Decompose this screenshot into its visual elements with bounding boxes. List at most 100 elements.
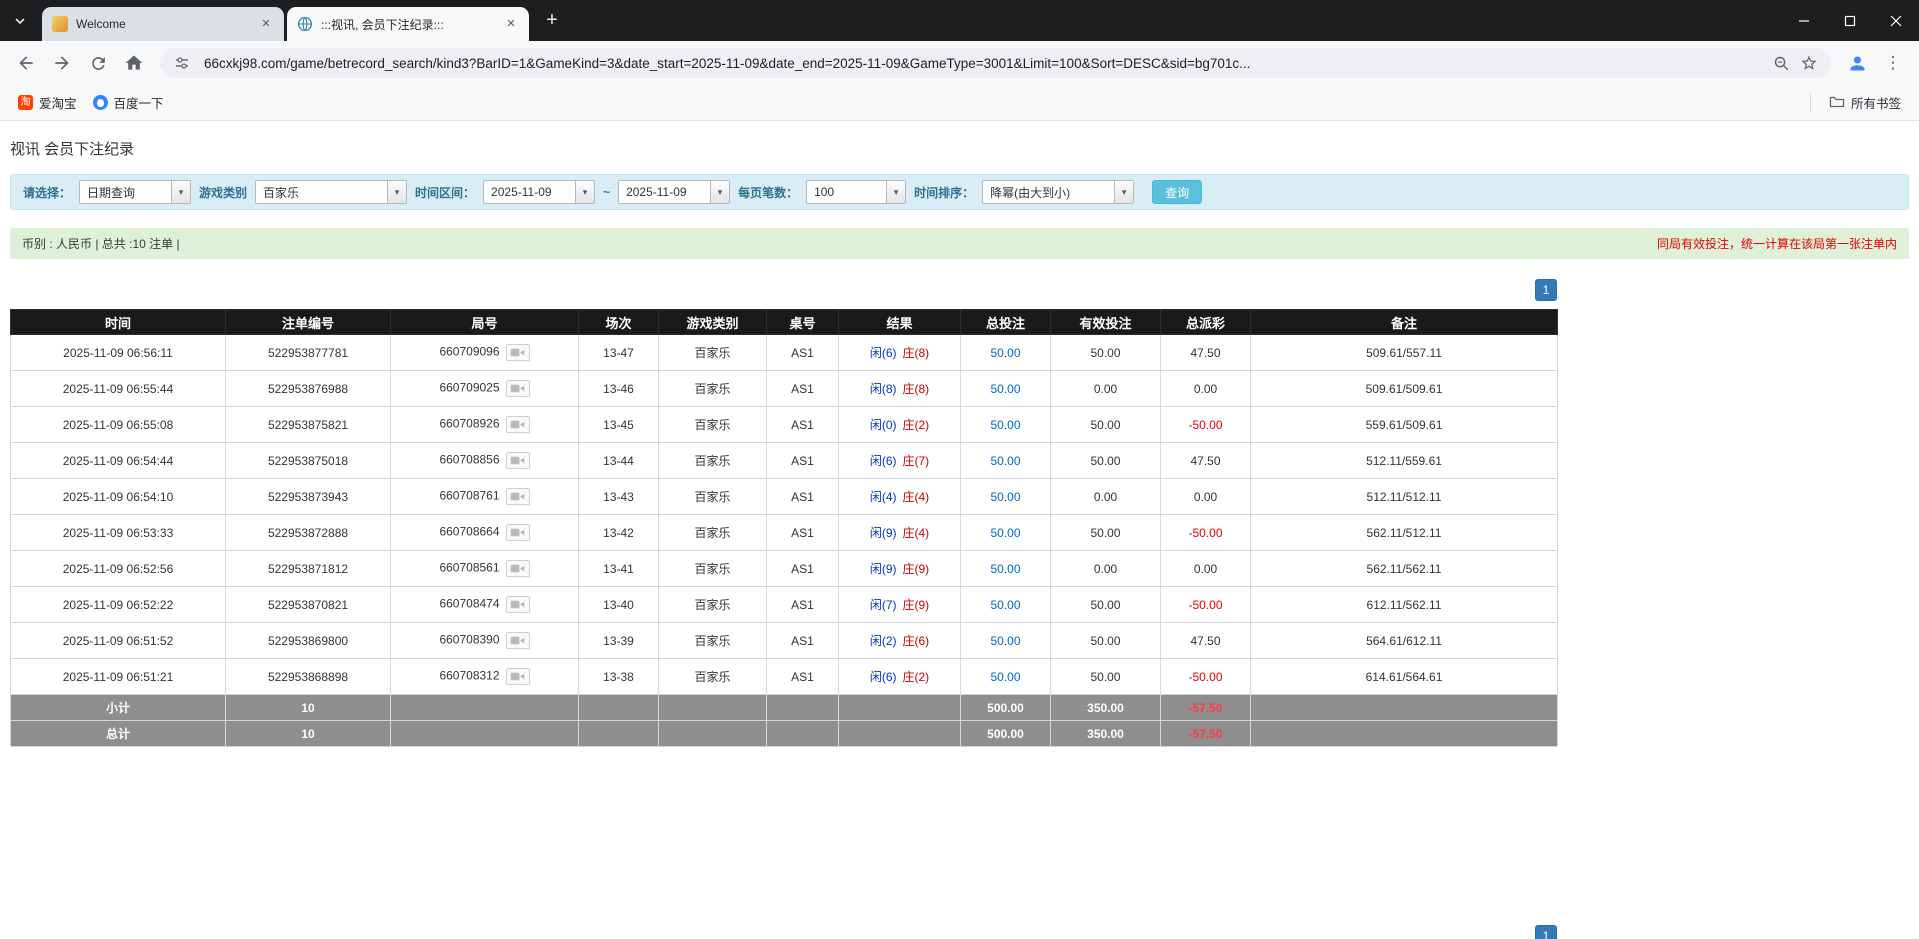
profile-avatar[interactable] — [1839, 45, 1875, 81]
video-replay-icon[interactable] — [506, 452, 530, 469]
chevron-down-icon[interactable]: ▾ — [886, 181, 905, 203]
total-bet-link[interactable]: 50.00 — [990, 418, 1020, 432]
cell-table: AS1 — [767, 623, 839, 659]
site-permissions-icon[interactable] — [168, 49, 196, 77]
search-button[interactable]: 查询 — [1152, 180, 1202, 204]
chevron-down-icon[interactable]: ▾ — [171, 181, 190, 203]
refresh-button[interactable] — [80, 45, 116, 81]
chevron-down-icon[interactable]: ▾ — [710, 181, 729, 203]
cell-session: 13-47 — [579, 335, 659, 371]
zoom-icon[interactable] — [1767, 49, 1795, 77]
total-bet-link[interactable]: 50.00 — [990, 526, 1020, 540]
banker-result: 庄(9) — [903, 562, 930, 576]
col-header-result: 结果 — [839, 310, 961, 335]
video-replay-icon[interactable] — [506, 380, 530, 397]
total-bet-link[interactable]: 50.00 — [990, 346, 1020, 360]
cell-note: 562.11/512.11 — [1251, 515, 1558, 551]
banker-result: 庄(8) — [903, 382, 930, 396]
cell-session: 13-45 — [579, 407, 659, 443]
cell-game-type: 百家乐 — [659, 551, 767, 587]
video-replay-icon[interactable] — [506, 344, 530, 361]
tab-search-button[interactable] — [6, 7, 34, 35]
total-bet-link[interactable]: 50.00 — [990, 490, 1020, 504]
chevron-down-icon[interactable]: ▾ — [1114, 181, 1133, 203]
total-bet-link[interactable]: 50.00 — [990, 562, 1020, 576]
col-header-session: 场次 — [579, 310, 659, 335]
tab-title: :::视讯, 会员下注纪录::: — [321, 16, 497, 33]
page-1-button[interactable]: 1 — [1535, 279, 1557, 301]
total-count: 10 — [226, 721, 391, 747]
video-replay-icon[interactable] — [506, 416, 530, 433]
cell-valid-bet: 0.00 — [1051, 479, 1161, 515]
player-result: 闲(0) — [870, 418, 897, 432]
cell-valid-bet: 50.00 — [1051, 659, 1161, 695]
cell-note: 564.61/612.11 — [1251, 623, 1558, 659]
bookmark-taobao[interactable]: 淘 爱淘宝 — [10, 90, 85, 116]
video-replay-icon[interactable] — [506, 560, 530, 577]
video-replay-icon[interactable] — [506, 524, 530, 541]
date-range-label: 时间区间： — [415, 184, 475, 201]
chevron-down-icon[interactable]: ▾ — [575, 181, 594, 203]
video-replay-icon[interactable] — [506, 596, 530, 613]
cell-payout: 47.50 — [1161, 335, 1251, 371]
tab-welcome[interactable]: Welcome ✕ — [42, 7, 284, 41]
video-replay-icon[interactable] — [506, 632, 530, 649]
table-row: 2025-11-09 06:56:11 522953877781 6607090… — [11, 335, 1558, 371]
player-result: 闲(6) — [870, 454, 897, 468]
close-button[interactable] — [1873, 0, 1919, 41]
tab-close-icon[interactable]: ✕ — [503, 16, 519, 32]
url-bar[interactable]: 66cxkj98.com/game/betrecord_search/kind3… — [160, 48, 1831, 78]
cell-game-type: 百家乐 — [659, 659, 767, 695]
folder-icon — [1829, 93, 1845, 112]
cell-table: AS1 — [767, 335, 839, 371]
table-row: 2025-11-09 06:54:44 522953875018 6607088… — [11, 443, 1558, 479]
new-tab-button[interactable]: + — [538, 7, 566, 35]
cell-table: AS1 — [767, 515, 839, 551]
tab-close-icon[interactable]: ✕ — [258, 16, 274, 32]
total-bet-link[interactable]: 50.00 — [990, 634, 1020, 648]
cell-payout: 0.00 — [1161, 551, 1251, 587]
cell-note: 559.61/509.61 — [1251, 407, 1558, 443]
cell-valid-bet: 0.00 — [1051, 551, 1161, 587]
date-end-select[interactable]: 2025-11-09 ▾ — [618, 180, 730, 204]
minimize-button[interactable] — [1781, 0, 1827, 41]
sort-select[interactable]: 降幂(由大到小) ▾ — [982, 180, 1134, 204]
tab-betrecord[interactable]: :::视讯, 会员下注纪录::: ✕ — [287, 7, 529, 41]
total-total-bet: 500.00 — [961, 721, 1051, 747]
cell-bet-id: 522953871812 — [226, 551, 391, 587]
maximize-button[interactable] — [1827, 0, 1873, 41]
query-type-select[interactable]: 日期查询 ▾ — [79, 180, 191, 204]
round-id-text: 660708664 — [439, 525, 499, 539]
total-bet-link[interactable]: 50.00 — [990, 670, 1020, 684]
total-bet-link[interactable]: 50.00 — [990, 382, 1020, 396]
total-bet-link[interactable]: 50.00 — [990, 454, 1020, 468]
bookmark-baidu[interactable]: 百度一下 — [85, 90, 172, 116]
tab-title: Welcome — [76, 17, 252, 31]
chevron-down-icon[interactable]: ▾ — [387, 181, 406, 203]
video-replay-icon[interactable] — [506, 488, 530, 505]
round-id-text: 660708390 — [439, 633, 499, 647]
url-text[interactable]: 66cxkj98.com/game/betrecord_search/kind3… — [204, 56, 1250, 71]
per-page-select[interactable]: 100 ▾ — [806, 180, 906, 204]
back-button[interactable] — [8, 45, 44, 81]
menu-button[interactable]: ⋮ — [1875, 45, 1911, 81]
bookmark-star-icon[interactable] — [1795, 49, 1823, 77]
game-type-select[interactable]: 百家乐 ▾ — [255, 180, 407, 204]
page-1-button[interactable]: 1 — [1535, 925, 1557, 939]
cell-total-bet: 50.00 — [961, 479, 1051, 515]
home-button[interactable] — [116, 45, 152, 81]
divider — [1810, 94, 1811, 112]
video-replay-icon[interactable] — [506, 668, 530, 685]
date-end-value: 2025-11-09 — [619, 185, 710, 199]
col-header-table: 桌号 — [767, 310, 839, 335]
forward-button[interactable] — [44, 45, 80, 81]
banker-result: 庄(9) — [903, 598, 930, 612]
all-bookmarks-button[interactable]: 所有书签 — [1821, 90, 1909, 116]
total-bet-link[interactable]: 50.00 — [990, 598, 1020, 612]
date-start-select[interactable]: 2025-11-09 ▾ — [483, 180, 595, 204]
col-header-payout: 总派彩 — [1161, 310, 1251, 335]
cell-note: 562.11/562.11 — [1251, 551, 1558, 587]
col-header-note: 备注 — [1251, 310, 1558, 335]
cell-time: 2025-11-09 06:53:33 — [11, 515, 226, 551]
cell-round-id: 660708761 — [391, 479, 579, 515]
